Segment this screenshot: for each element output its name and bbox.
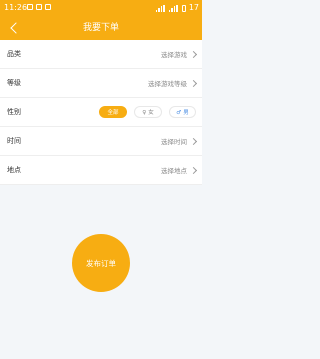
gender-label: 性别 (7, 108, 21, 116)
time-label: 时间 (7, 137, 21, 145)
battery-level: 17 (188, 3, 199, 12)
level-label: 等级 (7, 79, 21, 87)
male-icon: ♂ (176, 110, 182, 116)
mic-icon (45, 4, 51, 10)
back-button[interactable] (6, 16, 22, 40)
notification-icons (27, 4, 51, 10)
location-placeholder: 选择地点 (161, 167, 187, 175)
gender-female-label: 女 (148, 110, 154, 116)
publish-order-label: 发布订单 (86, 258, 116, 268)
gender-female-button[interactable]: ♀ 女 (134, 106, 162, 118)
chevron-right-icon (189, 79, 198, 87)
level-placeholder: 选择游戏等级 (148, 80, 187, 88)
gender-options: 全部 ♀ 女 ♂ 男 (99, 106, 196, 118)
time-row[interactable]: 时间 选择时间 (0, 127, 202, 156)
status-bar: 11:26 17 (0, 0, 202, 16)
category-row[interactable]: 品类 选择游戏 (0, 40, 202, 69)
category-label: 品类 (7, 50, 21, 58)
category-value: 选择游戏 (161, 49, 198, 59)
location-value: 选择地点 (161, 165, 198, 175)
signal-icon (155, 4, 166, 12)
wifi-signal-icon (168, 4, 179, 12)
category-placeholder: 选择游戏 (161, 51, 187, 59)
level-row[interactable]: 等级 选择游戏等级 (0, 69, 202, 98)
location-label: 地点 (7, 166, 21, 174)
chevron-right-icon (189, 137, 198, 145)
image-icon (36, 4, 42, 10)
gender-male-button[interactable]: ♂ 男 (169, 106, 196, 118)
back-arrow-icon (9, 22, 22, 34)
gender-all-label: 全部 (107, 110, 119, 116)
location-row[interactable]: 地点 选择地点 (0, 156, 202, 185)
order-form: 品类 选择游戏 等级 选择游戏等级 性别 全部 ♀女 ♂男 时间 选择时间 (0, 40, 202, 185)
gender-all-button[interactable]: 全部 (99, 106, 127, 118)
status-time: 11:26 (4, 3, 28, 12)
time-value: 选择时间 (161, 136, 198, 146)
chevron-right-icon (189, 50, 198, 58)
notification-icon (27, 4, 33, 10)
publish-order-button[interactable]: 发布订单 (72, 234, 130, 292)
female-icon: ♀ (142, 110, 147, 116)
page-title: 我要下单 (82, 23, 119, 33)
header: 我要下单 (0, 16, 202, 40)
system-icons: 17 (155, 0, 199, 16)
time-placeholder: 选择时间 (161, 138, 187, 146)
chevron-right-icon (189, 166, 198, 174)
battery-icon (181, 4, 186, 12)
gender-row: 性别 全部 ♀ 女 ♂ 男 (0, 98, 202, 127)
level-value: 选择游戏等级 (148, 78, 198, 88)
gender-male-label: 男 (183, 110, 189, 116)
